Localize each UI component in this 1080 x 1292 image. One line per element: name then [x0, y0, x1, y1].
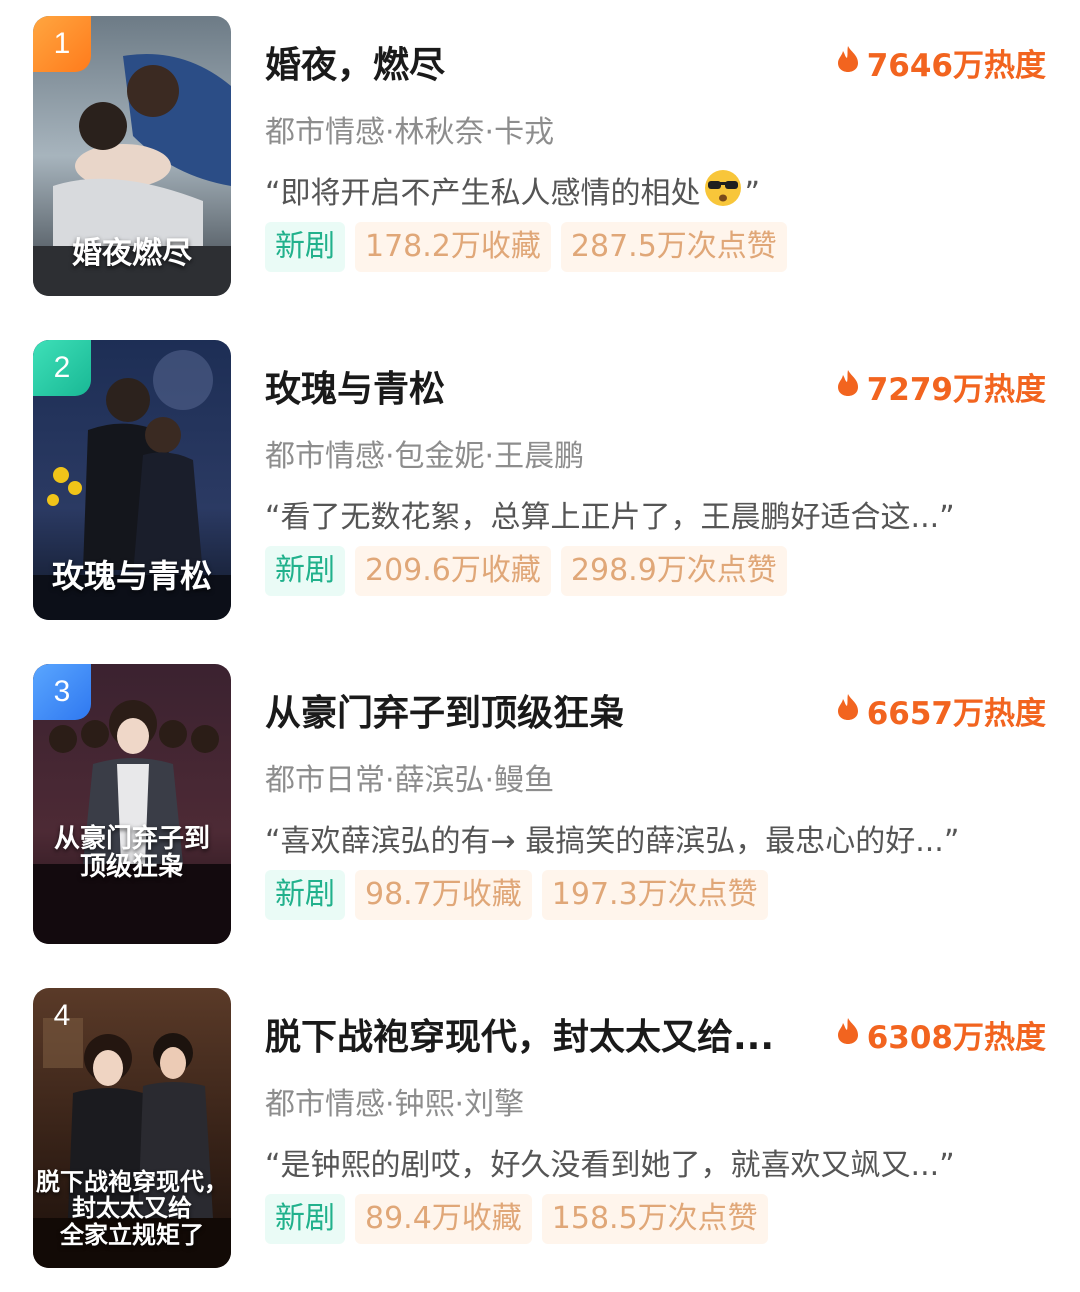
heat-value: 7646万热度: [866, 48, 1046, 84]
like-count-tag: 287.5万次点赞: [560, 222, 787, 272]
poster-image[interactable]: 2 玫瑰与青松: [33, 340, 231, 620]
heat-value: 7279万热度: [866, 372, 1046, 408]
drama-item-2[interactable]: 2 玫瑰与青松 玫瑰与青松 7279万热度 都市情感·包金妮·王晨鹏 “看了无数…: [0, 324, 1080, 624]
new-drama-tag: 新剧: [265, 222, 345, 272]
rank-badge: 3: [33, 664, 91, 720]
new-drama-tag: 新剧: [265, 1194, 345, 1244]
heat-indicator: 7646万热度: [837, 40, 1046, 85]
poster-title-text: 玫瑰与青松: [51, 556, 212, 595]
collect-count-tag: 209.6万收藏: [355, 546, 551, 596]
sunglasses-face-icon: [703, 168, 743, 216]
drama-ranking-list: 1 婚夜燃尽 婚夜，燃尽 7646万热度 都市情感·林秋奈·卡戎 “即将开启不产…: [0, 0, 1080, 1292]
drama-title[interactable]: 从豪门弃子到顶级狂枭: [265, 684, 625, 736]
heat-indicator: 6308万热度: [837, 1012, 1046, 1057]
quote-close: ”: [744, 176, 761, 211]
heat-value: 6657万热度: [866, 696, 1046, 732]
drama-item-1[interactable]: 1 婚夜燃尽 婚夜，燃尽 7646万热度 都市情感·林秋奈·卡戎 “即将开启不产…: [0, 0, 1080, 300]
quote-text: “即将开启不产生私人感情的相处: [265, 176, 701, 211]
drama-title[interactable]: 玫瑰与青松: [265, 360, 445, 412]
collect-count-tag: 178.2万收藏: [355, 222, 551, 272]
heat-indicator: 6657万热度: [837, 688, 1046, 733]
drama-quote: “即将开启不产生私人感情的相处 ”: [265, 168, 760, 216]
collect-count-tag: 89.4万收藏: [355, 1194, 532, 1244]
drama-title[interactable]: 婚夜，燃尽: [265, 36, 445, 88]
new-drama-tag: 新剧: [265, 870, 345, 920]
rank-badge: 1: [33, 16, 91, 72]
flame-icon: [837, 693, 859, 729]
drama-meta: 都市情感·钟熙·刘擎: [265, 1087, 525, 1122]
like-count-tag: 158.5万次点赞: [541, 1194, 768, 1244]
rank-badge: 4: [53, 999, 71, 1032]
heat-value: 6308万热度: [866, 1020, 1046, 1056]
drama-item-3[interactable]: 3 从豪门弃子到 顶级狂枭 从豪门弃子到顶级狂枭 6657万热度 都市日常·薛滨…: [0, 648, 1080, 948]
collect-count-tag: 98.7万收藏: [355, 870, 532, 920]
new-drama-tag: 新剧: [265, 546, 345, 596]
drama-quote: “看了无数花絮，总算上正片了，王晨鹏好适合这...”: [265, 500, 955, 535]
drama-quote: “喜欢薛滨弘的有→ 最搞笑的薛滨弘，最忠心的好...”: [265, 824, 960, 859]
poster-title-text: 从豪门弃子到 顶级狂枭: [53, 823, 210, 883]
poster-image[interactable]: 3 从豪门弃子到 顶级狂枭: [33, 664, 231, 944]
drama-meta: 都市日常·薛滨弘·鳗鱼: [265, 763, 555, 798]
rank-badge: 2: [33, 340, 91, 396]
poster-image[interactable]: 1 婚夜燃尽: [33, 16, 231, 296]
drama-quote: “是钟熙的剧哎，好久没看到她了，就喜欢又飒又...”: [265, 1148, 955, 1183]
tag-row: 新剧 98.7万收藏 197.3万次点赞: [265, 870, 768, 920]
poster-title-text: 脱下战袍穿现代， 封太太又给 全家立规矩了: [36, 1166, 228, 1249]
poster-image[interactable]: 4 脱下战袍穿现代， 封太太又给 全家立规矩了: [33, 988, 231, 1268]
drama-meta: 都市情感·包金妮·王晨鹏: [265, 439, 585, 474]
tag-row: 新剧 89.4万收藏 158.5万次点赞: [265, 1194, 768, 1244]
drama-item-4[interactable]: 4 脱下战袍穿现代， 封太太又给 全家立规矩了 脱下战袍穿现代，封太太又给...…: [0, 972, 1080, 1272]
drama-title[interactable]: 脱下战袍穿现代，封太太又给...: [265, 1008, 774, 1060]
poster-title-text: 婚夜燃尽: [72, 236, 192, 271]
tag-row: 新剧 209.6万收藏 298.9万次点赞: [265, 546, 787, 596]
flame-icon: [837, 369, 859, 405]
like-count-tag: 197.3万次点赞: [541, 870, 768, 920]
like-count-tag: 298.9万次点赞: [560, 546, 787, 596]
drama-meta: 都市情感·林秋奈·卡戎: [265, 115, 555, 150]
heat-indicator: 7279万热度: [837, 364, 1046, 409]
tag-row: 新剧 178.2万收藏 287.5万次点赞: [265, 222, 787, 272]
flame-icon: [837, 1017, 859, 1053]
flame-icon: [837, 45, 859, 81]
